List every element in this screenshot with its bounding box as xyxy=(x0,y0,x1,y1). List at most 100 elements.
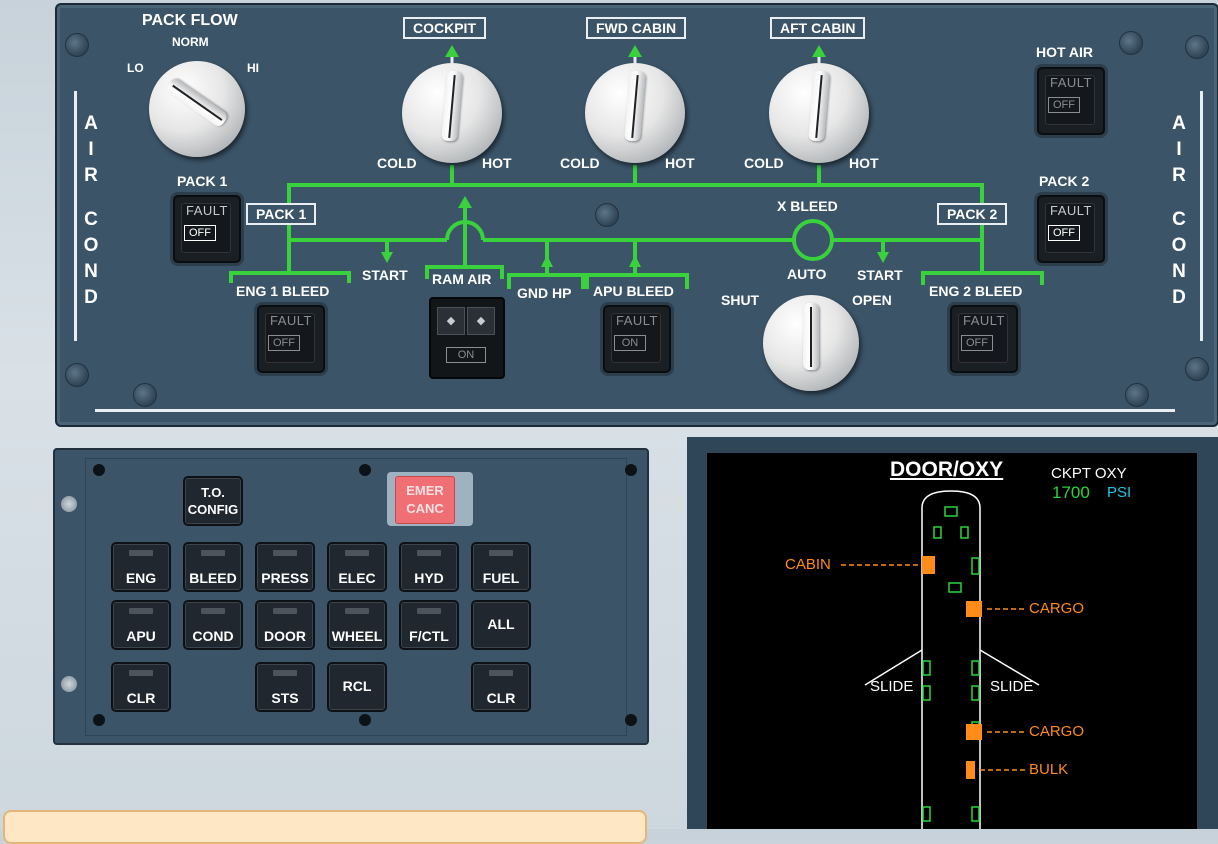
knob-pointer xyxy=(807,70,831,142)
pack2-label: PACK 2 xyxy=(1039,173,1090,189)
off-legend: OFF xyxy=(961,335,993,351)
eng2-bleed-pushbutton[interactable]: FAULT OFF xyxy=(950,305,1018,373)
rivet-icon xyxy=(93,464,105,476)
fault-legend: FAULT xyxy=(963,313,1005,328)
x-bleed-auto-label: AUTO xyxy=(787,266,827,282)
emer-canc-line2: CANC xyxy=(406,501,444,516)
fault-legend: FAULT xyxy=(1050,203,1092,218)
hot-air-label: HOT AIR xyxy=(1036,44,1094,60)
pack-flow-hi-label: HI xyxy=(247,61,259,75)
bulk-door-label: BULK xyxy=(1029,761,1069,778)
cockpit-hot-label: HOT xyxy=(482,155,512,171)
wheel-page-button[interactable]: WHEEL xyxy=(327,600,387,650)
aft-cabin-cold-label: COLD xyxy=(744,155,784,171)
pack2-schematic-label: PACK 2 xyxy=(937,203,1008,225)
eng1-bleed-pushbutton[interactable]: FAULT OFF xyxy=(257,305,325,373)
pack1-schematic-label: PACK 1 xyxy=(246,203,317,225)
gnd-hp-label: GND HP xyxy=(517,285,572,301)
off-legend: OFF xyxy=(184,225,216,241)
apu-page-button[interactable]: APU xyxy=(111,600,171,650)
fwd-cabin-hot-label: HOT xyxy=(665,155,695,171)
door-oxy-system-display: DOOR/OXY CKPT OXY 1700 PSI CABIN CARGO S… xyxy=(707,453,1197,829)
fault-legend: FAULT xyxy=(186,203,228,218)
ram-air-label: RAM AIR xyxy=(432,271,492,287)
eng1-bleed-label: ENG 1 BLEED xyxy=(236,283,330,299)
eng-page-button[interactable]: ENG xyxy=(111,542,171,592)
fwd-cargo-door-label: CARGO xyxy=(1029,600,1085,617)
sts-button[interactable]: STS xyxy=(255,662,315,712)
rivet-icon xyxy=(359,714,371,726)
hot-air-pushbutton[interactable]: FAULT OFF xyxy=(1037,67,1105,135)
knob-pointer xyxy=(164,76,230,129)
rivet-icon xyxy=(359,464,371,476)
all-button[interactable]: ALL xyxy=(471,600,531,650)
apu-bleed-label: APU BLEED xyxy=(593,283,674,299)
zone-label-fwd-cabin: FWD CABIN xyxy=(586,17,687,39)
rivet-icon xyxy=(625,714,637,726)
off-legend: OFF xyxy=(1048,225,1080,241)
x-bleed-open-label: OPEN xyxy=(852,292,892,308)
x-bleed-selector[interactable] xyxy=(763,295,859,391)
x-bleed-label: X BLEED xyxy=(777,198,838,214)
off-legend: OFF xyxy=(1048,97,1080,113)
pack-flow-norm-label: NORM xyxy=(172,35,209,49)
message-box xyxy=(3,810,647,844)
pack-flow-selector[interactable] xyxy=(149,61,245,157)
knob-pointer xyxy=(440,70,464,142)
aft-cabin-hot-label: HOT xyxy=(849,155,879,171)
clr-left-button[interactable]: CLR xyxy=(111,662,171,712)
fault-legend: FAULT xyxy=(1050,75,1092,90)
ram-air-guarded-pushbutton[interactable]: ◆ ◆ ON xyxy=(429,297,505,379)
aft-cabin-temp-selector[interactable] xyxy=(769,63,869,163)
cockpit-cold-label: COLD xyxy=(377,155,417,171)
fuel-page-button[interactable]: FUEL xyxy=(471,542,531,592)
panel-fastener-icon xyxy=(61,496,77,512)
press-page-button[interactable]: PRESS xyxy=(255,542,315,592)
zone-label-aft-cabin: AFT CABIN xyxy=(770,17,866,39)
clr-right-button[interactable]: CLR xyxy=(471,662,531,712)
knob-pointer xyxy=(803,302,819,370)
knob-pointer xyxy=(623,70,647,142)
pack2-pushbutton[interactable]: FAULT OFF xyxy=(1037,195,1105,263)
to-config-button[interactable]: T.O. CONFIG xyxy=(183,476,243,526)
slide-right-label: SLIDE xyxy=(990,678,1034,695)
fault-legend: FAULT xyxy=(270,313,312,328)
start-label-left: START xyxy=(362,267,408,283)
pack1-label: PACK 1 xyxy=(177,173,228,189)
bleed-page-button[interactable]: BLEED xyxy=(183,542,243,592)
pack-flow-title: PACK FLOW xyxy=(142,12,238,29)
zone-label-cockpit: COCKPIT xyxy=(403,17,486,39)
off-legend: OFF xyxy=(268,335,300,351)
cabin-door-label: CABIN xyxy=(785,556,831,573)
pack1-pushbutton[interactable]: FAULT OFF xyxy=(173,195,241,263)
rivet-icon xyxy=(93,714,105,726)
apu-bleed-pushbutton[interactable]: FAULT ON xyxy=(603,305,671,373)
fuselage-door-diagram xyxy=(841,490,1040,829)
fctl-page-button[interactable]: F/CTL xyxy=(399,600,459,650)
fwd-cabin-cold-label: COLD xyxy=(560,155,600,171)
panel-fastener-icon xyxy=(61,676,77,692)
emer-canc-button[interactable]: EMER CANC xyxy=(395,476,455,524)
guard-clip-icon: ◆ xyxy=(437,307,465,335)
eng2-bleed-label: ENG 2 BLEED xyxy=(929,283,1023,299)
start-label-right: START xyxy=(857,267,903,283)
aft-cargo-door-label: CARGO xyxy=(1029,723,1085,740)
fwd-cabin-temp-selector[interactable] xyxy=(585,63,685,163)
elec-page-button[interactable]: ELEC xyxy=(327,542,387,592)
rivet-icon xyxy=(625,464,637,476)
cockpit-temp-selector[interactable] xyxy=(402,63,502,163)
door-page-button[interactable]: DOOR xyxy=(255,600,315,650)
x-bleed-shut-label: SHUT xyxy=(721,292,760,308)
cond-page-button[interactable]: COND xyxy=(183,600,243,650)
slide-left-label: SLIDE xyxy=(870,678,914,695)
to-config-line1: T.O. xyxy=(201,485,225,500)
hyd-page-button[interactable]: HYD xyxy=(399,542,459,592)
emer-canc-line1: EMER xyxy=(406,483,444,498)
on-legend: ON xyxy=(446,347,486,363)
rcl-button[interactable]: RCL xyxy=(327,662,387,712)
air-cond-overhead-panel: A I R C O N D A I R C O N D PACK FLOW NO… xyxy=(55,3,1218,427)
on-legend: ON xyxy=(614,335,646,351)
fault-legend: FAULT xyxy=(616,313,658,328)
to-config-line2: CONFIG xyxy=(187,502,239,517)
guard-clip-icon: ◆ xyxy=(467,307,495,335)
